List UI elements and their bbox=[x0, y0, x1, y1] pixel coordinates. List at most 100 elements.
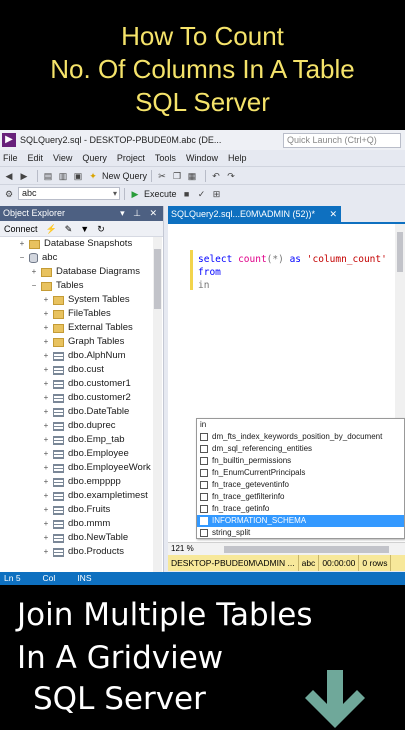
menu-view[interactable]: View bbox=[53, 153, 72, 163]
intellisense-item[interactable]: INFORMATION_SCHEMA bbox=[197, 515, 404, 527]
new-file-icon[interactable]: ▤ bbox=[42, 170, 54, 182]
close-tab-icon[interactable]: ✕ bbox=[329, 206, 337, 222]
menu-query[interactable]: Query bbox=[82, 153, 107, 163]
tree-node[interactable]: + External Tables bbox=[0, 321, 163, 335]
intellisense-item[interactable]: string_split bbox=[197, 527, 404, 539]
intellisense-item[interactable]: in bbox=[197, 419, 404, 431]
menu-file[interactable]: File bbox=[3, 153, 18, 163]
back-icon[interactable]: ◀ bbox=[3, 170, 15, 182]
intellisense-list[interactable]: in dm_fts_index_keywords_position_by_docu… bbox=[196, 418, 405, 539]
parse-icon[interactable]: ✓ bbox=[196, 188, 208, 200]
expand-icon[interactable]: + bbox=[42, 545, 50, 559]
new-query-icon[interactable]: ✦ bbox=[87, 170, 99, 182]
quick-launch-input[interactable]: Quick Launch (Ctrl+Q) bbox=[283, 132, 401, 148]
tree-node[interactable]: + dbo.Products bbox=[0, 545, 163, 559]
forward-icon[interactable]: ▶ bbox=[18, 170, 30, 182]
expand-icon[interactable]: + bbox=[42, 433, 50, 447]
tree-node[interactable]: + dbo.Employee bbox=[0, 447, 163, 461]
expand-icon[interactable]: + bbox=[42, 503, 50, 517]
execute-button[interactable]: Execute bbox=[144, 189, 177, 199]
expand-icon[interactable]: + bbox=[42, 377, 50, 391]
intellisense-item[interactable]: fn_trace_geteventinfo bbox=[197, 479, 404, 491]
intellisense-item[interactable]: fn_trace_getfilterinfo bbox=[197, 491, 404, 503]
expand-icon[interactable]: + bbox=[42, 293, 50, 307]
tree-node[interactable]: + dbo.customer2 bbox=[0, 391, 163, 405]
disconnect-icon[interactable]: ✎ bbox=[65, 221, 73, 236]
menu-window[interactable]: Window bbox=[186, 153, 218, 163]
undo-icon[interactable]: ↶ bbox=[210, 170, 222, 182]
tree-node[interactable]: + Database Diagrams bbox=[0, 265, 163, 279]
cut-icon[interactable]: ✂ bbox=[156, 170, 168, 182]
expand-icon[interactable]: + bbox=[42, 307, 50, 321]
menu-edit[interactable]: Edit bbox=[28, 153, 44, 163]
paste-icon[interactable]: ▦ bbox=[186, 170, 198, 182]
display-plan-icon[interactable]: ⊞ bbox=[211, 188, 223, 200]
collapse-icon[interactable]: − bbox=[18, 251, 26, 265]
redo-icon[interactable]: ↷ bbox=[225, 170, 237, 182]
tree-node[interactable]: + dbo.Fruits bbox=[0, 503, 163, 517]
intellisense-item[interactable]: fn_trace_getinfo bbox=[197, 503, 404, 515]
expand-icon[interactable]: + bbox=[42, 419, 50, 433]
expand-icon[interactable]: + bbox=[30, 265, 38, 279]
panel-pin-icon[interactable]: ▾ ⊥ ✕ bbox=[120, 206, 160, 221]
intellisense-item[interactable]: dm_sql_referencing_entities bbox=[197, 443, 404, 455]
editor-horizontal-scrollbar[interactable] bbox=[224, 546, 389, 553]
editor-scrollbar-thumb[interactable] bbox=[397, 232, 403, 272]
expand-icon[interactable]: + bbox=[42, 447, 50, 461]
database-dropdown[interactable]: abc bbox=[18, 187, 120, 200]
expand-icon[interactable]: + bbox=[42, 531, 50, 545]
tree-node[interactable]: + dbo.AlphNum bbox=[0, 349, 163, 363]
sql-code[interactable]: select count(*) as 'column_count' from in bbox=[198, 253, 387, 292]
expand-icon[interactable]: + bbox=[42, 335, 50, 349]
tree-node[interactable]: + dbo.customer1 bbox=[0, 377, 163, 391]
tree-node[interactable]: + dbo.duprec bbox=[0, 419, 163, 433]
intellisense-item[interactable]: fn_EnumCurrentPrincipals bbox=[197, 467, 404, 479]
tree-node[interactable]: + dbo.exampletimest bbox=[0, 489, 163, 503]
expand-icon[interactable]: + bbox=[42, 363, 50, 377]
expand-icon[interactable]: + bbox=[42, 349, 50, 363]
tree-node[interactable]: + Database Snapshots bbox=[0, 237, 163, 251]
refresh-icon[interactable]: ↻ bbox=[97, 221, 105, 236]
intellisense-item[interactable]: dm_fts_index_keywords_position_by_docume… bbox=[197, 431, 404, 443]
tree-node[interactable]: + FileTables bbox=[0, 307, 163, 321]
zoom-level[interactable]: 121 % bbox=[171, 544, 194, 553]
collapse-icon[interactable]: − bbox=[30, 279, 38, 293]
tree-node[interactable]: + dbo.cust bbox=[0, 363, 163, 377]
menu-tools[interactable]: Tools bbox=[155, 153, 176, 163]
filter-icon[interactable]: ▼ bbox=[80, 221, 89, 236]
expand-icon[interactable]: + bbox=[42, 475, 50, 489]
new-query-button[interactable]: New Query bbox=[102, 171, 147, 181]
connect-icon[interactable]: ⚡ bbox=[46, 221, 57, 236]
intellisense-item[interactable]: fn_builtin_permissions bbox=[197, 455, 404, 467]
save-icon[interactable]: ▣ bbox=[72, 170, 84, 182]
menu-project[interactable]: Project bbox=[117, 153, 145, 163]
tree-node[interactable]: − Tables bbox=[0, 279, 163, 293]
expand-icon[interactable]: + bbox=[18, 237, 26, 251]
tree-node[interactable]: + dbo.Emp_tab bbox=[0, 433, 163, 447]
debug-icon[interactable]: ⚙ bbox=[3, 188, 15, 200]
connect-button[interactable]: Connect bbox=[4, 221, 38, 236]
tree-node-label: Database Snapshots bbox=[44, 238, 133, 249]
expand-icon[interactable]: + bbox=[42, 405, 50, 419]
tree-node[interactable]: + dbo.EmployeeWork bbox=[0, 461, 163, 475]
menu-help[interactable]: Help bbox=[228, 153, 247, 163]
expand-icon[interactable]: + bbox=[42, 517, 50, 531]
expand-icon[interactable]: + bbox=[42, 321, 50, 335]
tree-node[interactable]: + dbo.mmm bbox=[0, 517, 163, 531]
tree-node[interactable]: − abc bbox=[0, 251, 163, 265]
stop-icon[interactable]: ■ bbox=[181, 188, 193, 200]
execute-icon[interactable]: ▶ bbox=[129, 188, 141, 200]
tree-node[interactable]: + dbo.DateTable bbox=[0, 405, 163, 419]
tab-sqlquery2[interactable]: SQLQuery2.sql...E0M\ADMIN (52))* ✕ bbox=[168, 206, 341, 222]
expand-icon[interactable]: + bbox=[42, 391, 50, 405]
copy-icon[interactable]: ❐ bbox=[171, 170, 183, 182]
expand-icon[interactable]: + bbox=[42, 489, 50, 503]
object-explorer-scrollbar[interactable] bbox=[153, 237, 162, 572]
tree-node[interactable]: + dbo.empppp bbox=[0, 475, 163, 489]
tree-node[interactable]: + System Tables bbox=[0, 293, 163, 307]
tree-node[interactable]: + dbo.NewTable bbox=[0, 531, 163, 545]
expand-icon[interactable]: + bbox=[42, 461, 50, 475]
scrollbar-thumb[interactable] bbox=[154, 249, 161, 309]
open-icon[interactable]: ▥ bbox=[57, 170, 69, 182]
tree-node[interactable]: + Graph Tables bbox=[0, 335, 163, 349]
